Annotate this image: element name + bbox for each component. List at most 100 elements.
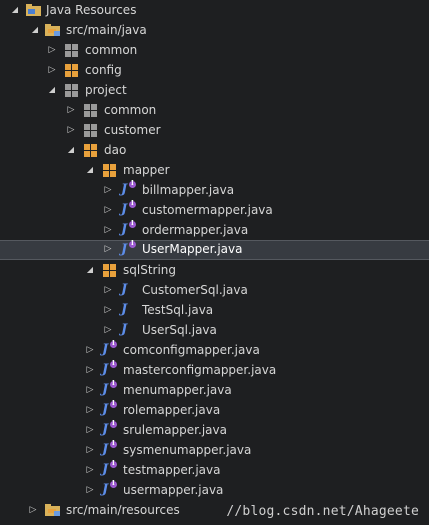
java-interface-icon: J [102, 457, 118, 477]
expanded-arrow-icon[interactable] [85, 260, 95, 280]
tree-node-label: TestSql.java [142, 303, 214, 317]
package-icon [84, 124, 97, 137]
tree-node-java-file-selected[interactable]: J UserMapper.java [0, 237, 429, 260]
java-interface-icon: J [102, 337, 118, 357]
collapsed-arrow-icon[interactable] [103, 200, 113, 220]
java-interface-icon: J [121, 237, 137, 257]
tree-node-label: common [104, 103, 157, 117]
java-resources-icon [26, 3, 43, 16]
tree-node-java-file[interactable]: J testmapper.java [0, 457, 429, 480]
tree-node-java-file[interactable]: J customermapper.java [0, 197, 429, 220]
package-icon [65, 84, 78, 97]
package-icon [103, 164, 116, 177]
collapsed-arrow-icon[interactable] [47, 40, 57, 60]
collapsed-arrow-icon[interactable] [28, 500, 38, 520]
tree-node-label: UserSql.java [142, 323, 217, 337]
tree-node-label: testmapper.java [123, 463, 221, 477]
collapsed-arrow-icon[interactable] [85, 480, 95, 500]
java-interface-icon: J [102, 357, 118, 377]
tree-node-java-file[interactable]: J billmapper.java [0, 177, 429, 200]
tree-node-java-file[interactable]: J sysmenumapper.java [0, 437, 429, 460]
tree-node-common[interactable]: common [0, 40, 429, 60]
collapsed-arrow-icon[interactable] [66, 120, 76, 140]
java-class-icon: J [121, 282, 128, 297]
tree-node-label: project [85, 83, 127, 97]
watermark-text: //blog.csdn.net/Ahageete [226, 504, 419, 519]
tree-node-label: masterconfigmapper.java [123, 363, 277, 377]
collapsed-arrow-icon[interactable] [85, 340, 95, 360]
tree-node-dao[interactable]: dao [0, 140, 429, 160]
tree-node-label: customermapper.java [142, 203, 273, 217]
tree-node-label: ordermapper.java [142, 223, 249, 237]
tree-node-java-file[interactable]: J masterconfigmapper.java [0, 357, 429, 380]
expanded-arrow-icon[interactable] [30, 20, 40, 40]
tree-node-label: usermapper.java [123, 483, 224, 497]
tree-node-java-file[interactable]: J menumapper.java [0, 377, 429, 400]
collapsed-arrow-icon[interactable] [103, 300, 113, 320]
tree-node-java-file[interactable]: J rolemapper.java [0, 397, 429, 420]
collapsed-arrow-icon[interactable] [85, 440, 95, 460]
collapsed-arrow-icon[interactable] [103, 240, 113, 260]
package-icon [65, 44, 78, 57]
tree-node-project-common[interactable]: common [0, 100, 429, 120]
tree-node-java-file[interactable]: J CustomerSql.java [0, 280, 429, 300]
tree-node-label: menumapper.java [123, 383, 232, 397]
source-folder-icon [45, 23, 62, 36]
collapsed-arrow-icon[interactable] [85, 420, 95, 440]
tree-node-label: src/main/java [66, 23, 147, 37]
java-interface-icon: J [102, 437, 118, 457]
expanded-arrow-icon[interactable] [66, 140, 76, 160]
java-interface-icon: J [102, 417, 118, 437]
tree-node-label: Java Resources [46, 3, 137, 17]
tree-node-label: sqlString [123, 263, 177, 277]
tree-node-sqlstring[interactable]: sqlString [0, 260, 429, 280]
collapsed-arrow-icon[interactable] [85, 460, 95, 480]
tree-node-java-resources[interactable]: Java Resources [0, 0, 429, 20]
tree-node-java-file[interactable]: J usermapper.java [0, 477, 429, 500]
tree-node-java-file[interactable]: J TestSql.java [0, 300, 429, 320]
tree-node-label: config [85, 63, 122, 77]
package-icon [103, 264, 116, 277]
collapsed-arrow-icon[interactable] [85, 380, 95, 400]
tree-node-mapper[interactable]: mapper [0, 160, 429, 180]
package-icon [84, 144, 97, 157]
expanded-arrow-icon[interactable] [85, 160, 95, 180]
tree-node-java-file[interactable]: J comconfigmapper.java [0, 337, 429, 360]
tree-node-config[interactable]: config [0, 60, 429, 80]
tree-node-project[interactable]: project [0, 80, 429, 100]
package-icon [84, 104, 97, 117]
package-icon [65, 64, 78, 77]
tree-node-label: billmapper.java [142, 183, 235, 197]
collapsed-arrow-icon[interactable] [103, 280, 113, 300]
tree-node-label: mapper [123, 163, 170, 177]
collapsed-arrow-icon[interactable] [85, 360, 95, 380]
java-interface-icon: J [102, 377, 118, 397]
tree-node-src-main-java[interactable]: src/main/java [0, 20, 429, 40]
java-class-icon: J [121, 322, 128, 337]
tree-node-label: comconfigmapper.java [123, 343, 260, 357]
tree-node-label: srulemapper.java [123, 423, 227, 437]
collapsed-arrow-icon[interactable] [47, 60, 57, 80]
collapsed-arrow-icon[interactable] [103, 220, 113, 240]
java-interface-icon: J [121, 177, 137, 197]
expanded-arrow-icon[interactable] [10, 0, 20, 20]
collapsed-arrow-icon[interactable] [66, 100, 76, 120]
tree-node-label: CustomerSql.java [142, 283, 248, 297]
tree-node-customer[interactable]: customer [0, 120, 429, 140]
tree-node-label: rolemapper.java [123, 403, 221, 417]
collapsed-arrow-icon[interactable] [85, 400, 95, 420]
expanded-arrow-icon[interactable] [47, 80, 57, 100]
tree-node-label: src/main/resources [66, 503, 180, 517]
tree-node-label: UserMapper.java [142, 242, 243, 256]
tree-node-label: sysmenumapper.java [123, 443, 252, 457]
java-interface-icon: J [102, 397, 118, 417]
tree-node-java-file[interactable]: J ordermapper.java [0, 217, 429, 240]
java-interface-icon: J [121, 197, 137, 217]
java-class-icon: J [121, 302, 128, 317]
project-explorer-tree: Java Resources src/main/java common conf… [0, 0, 429, 520]
tree-node-label: customer [104, 123, 161, 137]
tree-node-java-file[interactable]: J srulemapper.java [0, 417, 429, 440]
collapsed-arrow-icon[interactable] [103, 180, 113, 200]
java-interface-icon: J [102, 477, 118, 497]
tree-node-java-file[interactable]: J UserSql.java [0, 320, 429, 340]
